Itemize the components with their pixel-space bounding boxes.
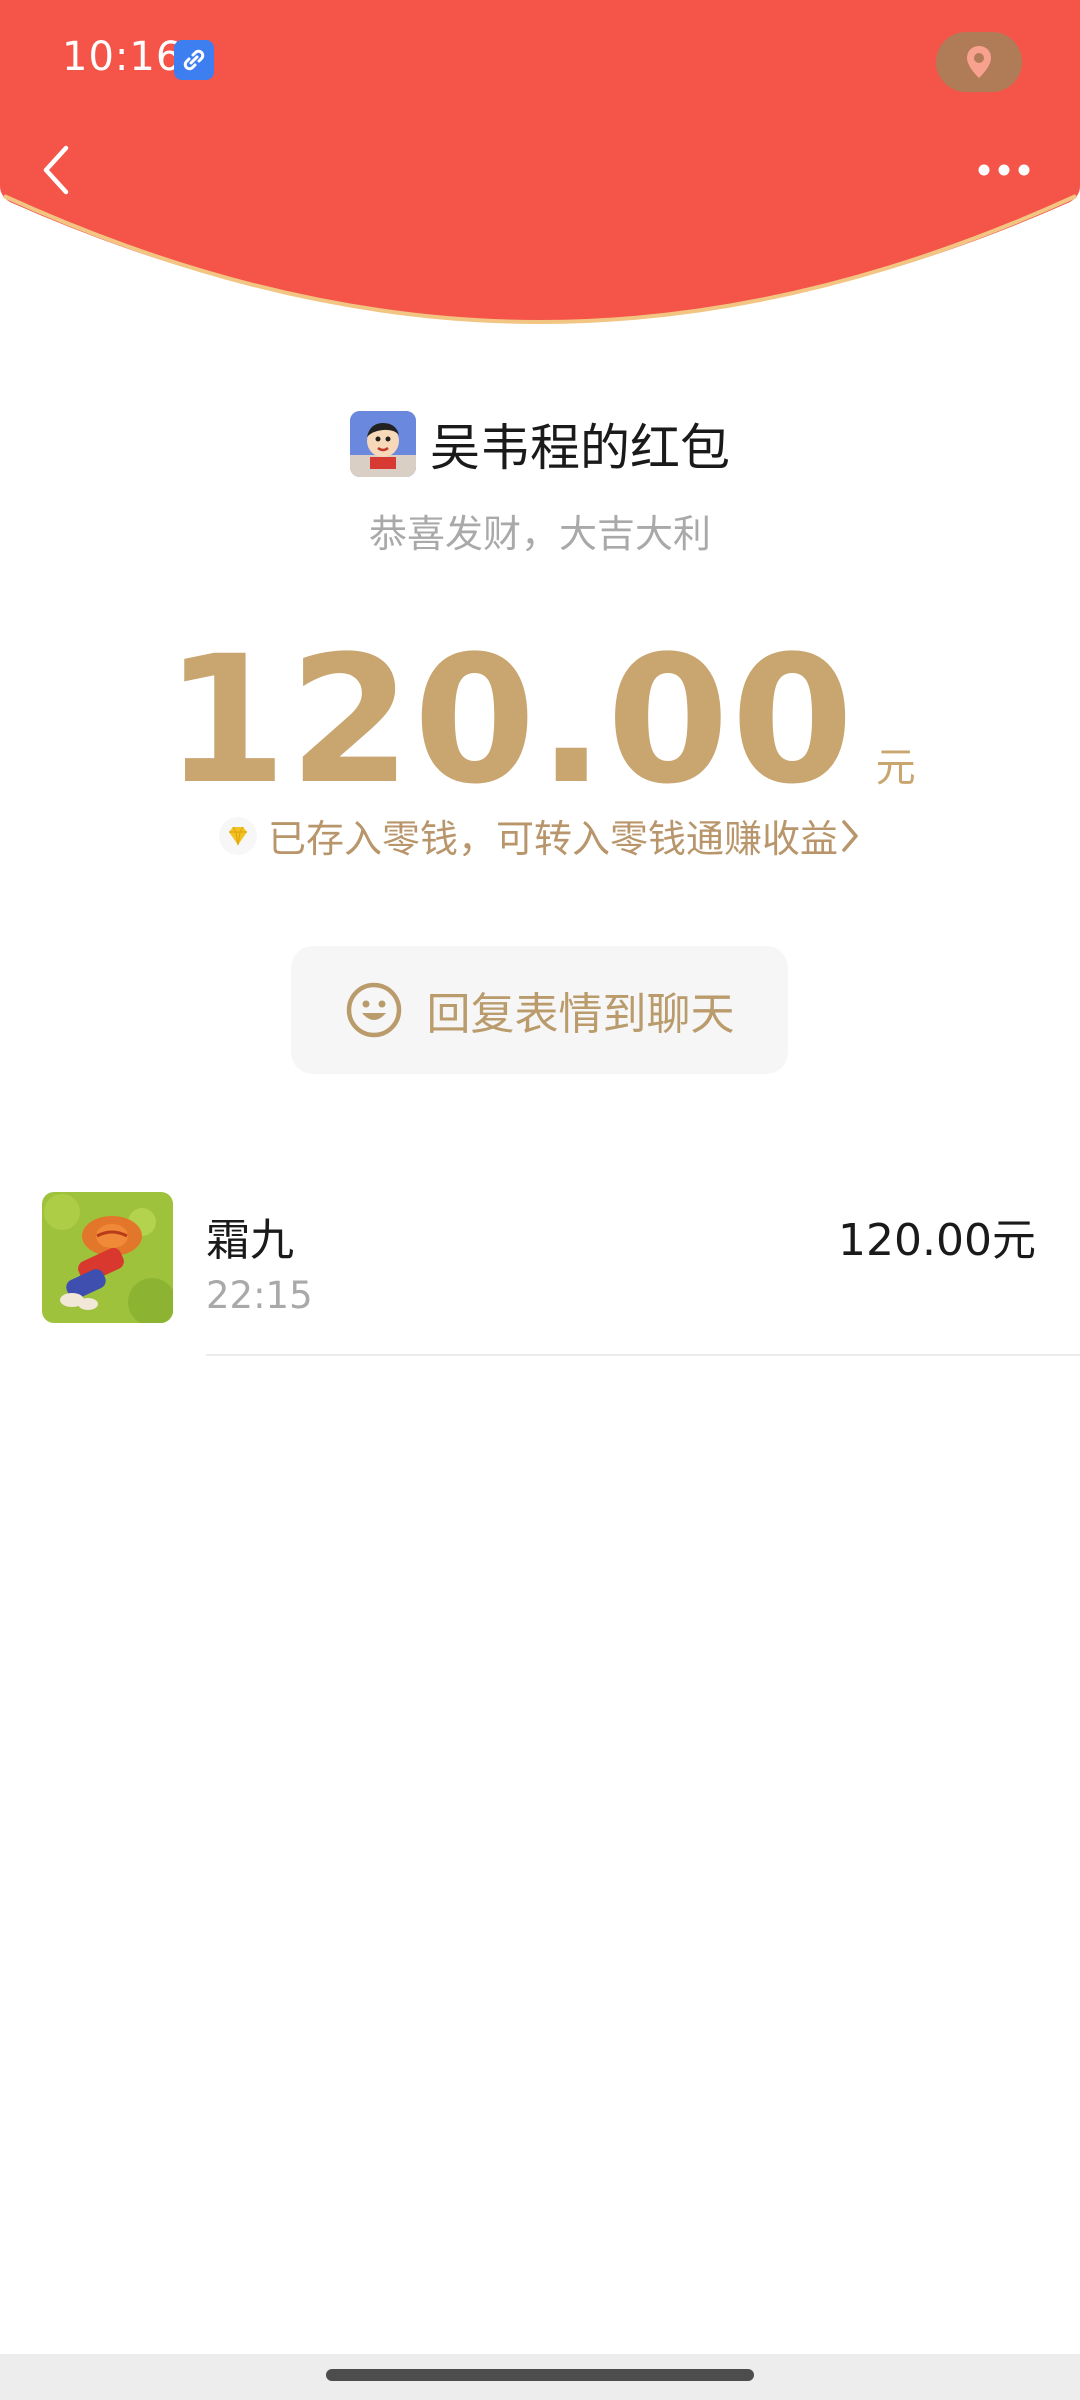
sender-row: 吴韦程的红包 bbox=[0, 408, 1080, 480]
recipient-name: 霜九 bbox=[206, 1215, 294, 1266]
location-pin-icon bbox=[967, 46, 991, 78]
chevron-left-icon bbox=[43, 145, 69, 195]
avatar[interactable] bbox=[42, 1192, 173, 1323]
reply-sticker-button[interactable]: 回复表情到聊天 bbox=[291, 946, 788, 1074]
list-item[interactable]: 霜九 22:15 120.00元 bbox=[0, 1192, 1080, 1356]
red-packet-detail-screen: 10:16 吴韦程的红包 恭喜发财，大吉大利 120.00 元 已存入零钱，可转… bbox=[0, 0, 1080, 2400]
amount-value: 120.00 bbox=[164, 618, 856, 823]
home-indicator[interactable] bbox=[326, 2369, 754, 2381]
more-dots-icon bbox=[978, 164, 1030, 176]
location-indicator[interactable] bbox=[936, 32, 1022, 92]
change-notice-link[interactable]: 已存入零钱，可转入零钱通赚收益 bbox=[0, 808, 1080, 863]
more-button[interactable] bbox=[972, 138, 1036, 202]
link-icon bbox=[174, 40, 214, 80]
recipient-amount: 120.00元 bbox=[838, 1215, 1036, 1266]
smiley-icon bbox=[346, 982, 401, 1038]
wish-message: 恭喜发财，大吉大利 bbox=[368, 512, 711, 556]
divider bbox=[206, 1354, 1080, 1356]
recipient-time: 22:15 bbox=[206, 1274, 313, 1317]
amount-unit: 元 bbox=[875, 745, 916, 791]
change-notice-text: 已存入零钱，可转入零钱通赚收益 bbox=[267, 817, 838, 861]
back-button[interactable] bbox=[26, 138, 90, 202]
diamond-icon bbox=[218, 816, 257, 855]
status-bar-time: 10:16 bbox=[62, 34, 183, 80]
chevron-right-icon bbox=[842, 819, 858, 852]
sender-avatar[interactable] bbox=[350, 411, 416, 477]
sender-title: 吴韦程的红包 bbox=[430, 419, 730, 477]
reply-sticker-label: 回复表情到聊天 bbox=[426, 989, 735, 1040]
amount-row: 120.00 元 bbox=[0, 618, 1080, 823]
